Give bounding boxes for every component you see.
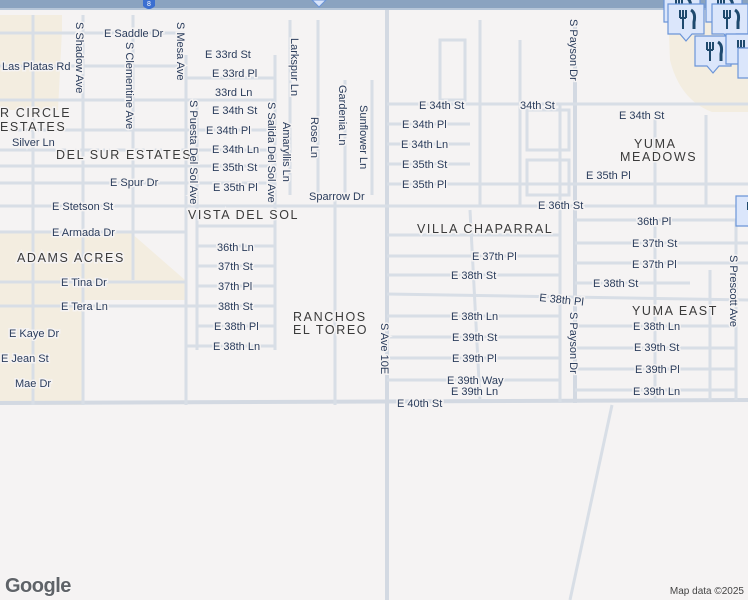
map-canvas[interactable]: 8 R CIRCLE ESTATES DEL SUR ESTATES VISTA… [0,0,748,600]
street-label: E 35th St [402,159,447,171]
street-label: S Payson Dr [567,19,579,81]
map-data-credit[interactable]: Map data ©2025 [670,586,744,597]
street-label: Sparrow Dr [309,191,365,203]
street-label: E 38th St [451,270,496,282]
street-label: E 35th Pl [402,179,447,191]
street-label: E 39th Pl [635,364,680,376]
street-label: E 38th Ln [633,321,680,333]
street-label: Mae Dr [15,378,51,390]
neighborhood-label: RANCHOS [293,310,367,324]
street-label: E 34th St [419,100,464,112]
neighborhood-label: DEL SUR ESTATES [56,148,192,162]
street-label: E Spur Dr [110,177,159,189]
street-label: E 34th Pl [206,125,251,137]
street-label: E 33rd Pl [212,68,257,80]
street-label: E 38th St [593,278,638,290]
street-label: E 39th Pl [452,353,497,365]
street-label: E Saddle Dr [104,28,164,40]
street-label: E 38th Pl [214,321,259,333]
neighborhood-label: ESTATES [0,120,66,134]
restaurant-pin-icon[interactable] [735,195,748,233]
street-label: 36th Ln [217,242,254,254]
street-label: S Prescott Ave [727,255,739,327]
neighborhood-label: VILLA CHAPARRAL [417,222,553,236]
street-label: E Armada Dr [52,227,115,239]
street-label: E 35th Pl [213,182,258,194]
neighborhood-label: MEADOWS [620,150,697,164]
street-label: E 38th Ln [213,341,260,353]
street-label: E 39th St [634,342,679,354]
street-label: E 34th St [212,105,257,117]
street-label: Amaryllis Ln [280,122,292,182]
street-label: S Payson Dr [567,312,579,374]
street-label: 33rd Ln [215,87,252,99]
street-label: Gardenia Ln [336,85,348,146]
street-label: E 39th Ln [633,386,680,398]
neighborhood-label: VISTA DEL SOL [188,208,299,222]
street-label: E 38th Pl [539,292,585,309]
street-label: E 37th Pl [472,251,517,263]
street-label: S Ave 10E [378,323,390,374]
street-label: E Jean St [1,353,49,365]
neighborhood-label: YUMA EAST [632,304,718,318]
map-layer: 8 R CIRCLE ESTATES DEL SUR ESTATES VISTA… [0,0,748,600]
street-label: E 34th St [619,110,664,122]
neighborhood-label: EL TOREO [293,323,368,337]
highway-i8[interactable] [0,0,748,9]
street-label: Las Platas Rd [2,61,70,73]
street-label: Larkspur Ln [288,38,300,96]
street-label: 37th Pl [218,281,252,293]
street-label: S Salida Del Sol Ave [265,102,277,203]
street-label: Rose Ln [308,117,320,158]
street-label: E 34th Ln [401,139,448,151]
street-label: Sunflower Ln [357,105,369,169]
street-label: E 36th St [538,200,583,212]
street-label: Silver Ln [12,137,55,149]
street-label: E 39th St [452,332,497,344]
neighborhood-label: ADAMS ACRES [17,251,125,265]
street-label: E 35th Pl [586,170,631,182]
street-label: E 38th Ln [451,311,498,323]
street-label: E Tera Ln [61,301,108,313]
street-label: E 40th St [397,398,442,410]
street-label: E Stetson St [52,201,113,213]
street-label: 36th Pl [637,216,671,228]
street-labels: E Saddle Dr Las Platas Rd E 33rd St E 33… [0,18,741,412]
street-label: S Mesa Ave [174,22,186,81]
street-label: 34th St [520,100,555,112]
neighborhood-label: YUMA [634,137,677,151]
street-label: E 37th St [632,238,677,250]
street-label: E 34th Ln [212,144,259,156]
street-label: E Kaye Dr [9,328,59,340]
street-label: E 34th Pl [402,119,447,131]
street-label: 37th St [218,261,253,273]
highway-shield-label: 8 [147,1,151,8]
street-label: 38th St [218,301,253,313]
street-label: S Puesta Del Sol Ave [187,100,199,204]
neighborhood-label: R CIRCLE [0,106,71,120]
street-label: E 33rd St [205,49,251,61]
street-label: E 37th Pl [632,259,677,271]
street-label: E Tina Dr [61,277,107,289]
street-label: E 35th St [212,162,257,174]
google-logo: Google [5,575,71,597]
street-label: E 39th Ln [451,386,498,398]
street-label: S Clementine Ave [123,42,135,129]
street-label: S Shadow Ave [73,22,85,93]
highway-edge [0,8,748,10]
